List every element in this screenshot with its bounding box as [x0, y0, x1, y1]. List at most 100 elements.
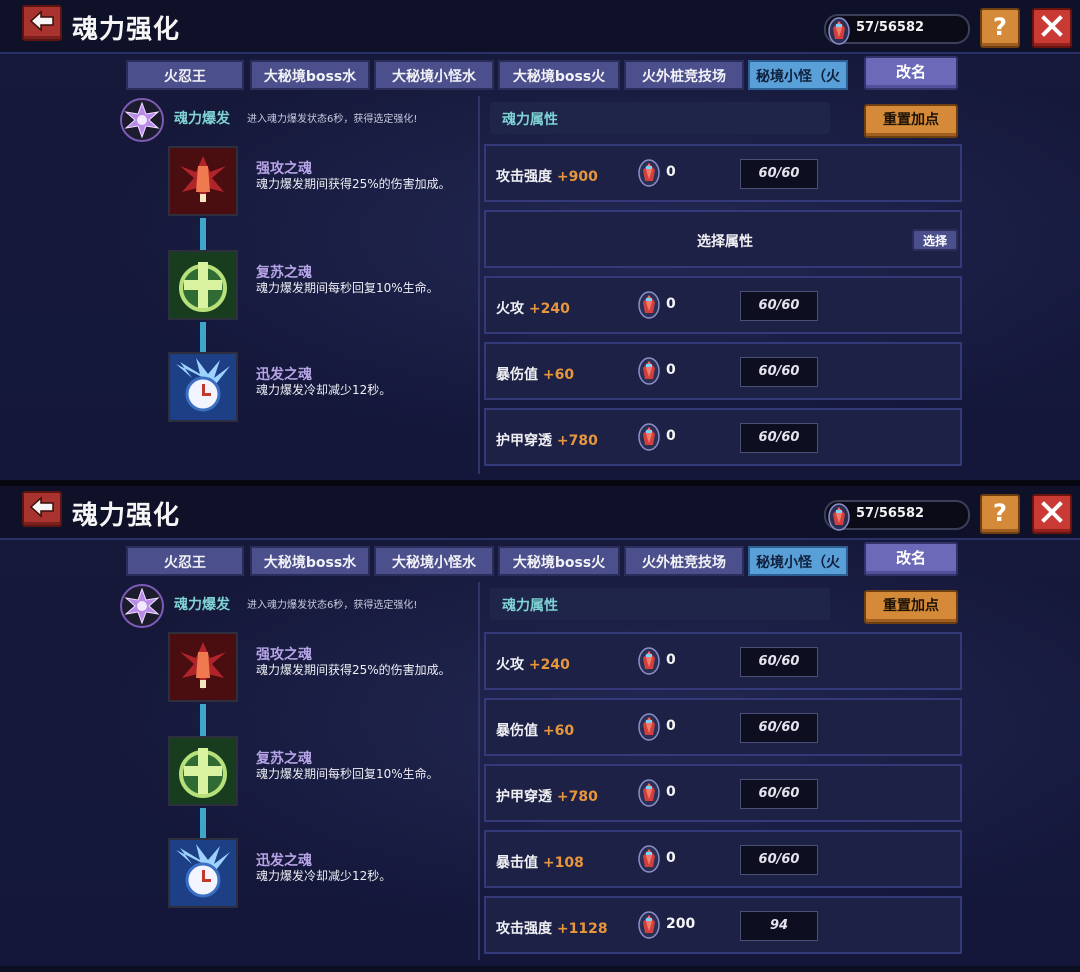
tab-1[interactable]: 火忍王	[126, 546, 244, 576]
tab-6[interactable]: 秘境小怪（火	[748, 546, 848, 576]
tab-3[interactable]: 大秘境小怪水	[374, 60, 494, 90]
soul-gem-icon	[638, 845, 660, 873]
attribute-progress[interactable]: 60/60	[740, 713, 818, 743]
skill-description: 魂力爆发期间获得25%的伤害加成。	[256, 177, 451, 191]
tab-4[interactable]: 大秘境boss火	[498, 60, 620, 90]
back-button[interactable]	[22, 5, 62, 41]
tab-3[interactable]: 大秘境小怪水	[374, 546, 494, 576]
attribute-bonus: +240	[528, 657, 570, 673]
tab-2[interactable]: 大秘境boss水	[250, 60, 370, 90]
attribute-progress[interactable]: 60/60	[740, 291, 818, 321]
tab-4[interactable]: 大秘境boss火	[498, 546, 620, 576]
attribute-points: 200	[666, 916, 696, 932]
attribute-bonus: +780	[556, 789, 598, 805]
attribute-label: 护甲穿透	[496, 789, 552, 805]
attribute-bonus: +108	[542, 855, 584, 871]
tab-6[interactable]: 秘境小怪（火	[748, 60, 848, 90]
currency-value: 57/56582	[856, 20, 925, 35]
select-attribute-label: 选择属性	[697, 234, 753, 250]
attribute-row: 攻击强度 +1128 200 94	[484, 896, 962, 954]
attribute-header: 魂力属性	[490, 102, 830, 134]
attribute-points: 0	[666, 428, 676, 444]
soul-burst-icon	[120, 584, 164, 628]
attribute-progress[interactable]: 60/60	[740, 159, 818, 189]
attribute-row: 火攻 +240 0 60/60	[484, 276, 962, 334]
rename-button[interactable]: 改名	[864, 56, 958, 90]
attribute-progress[interactable]: 60/60	[740, 779, 818, 809]
attribute-row: 火攻 +240 0 60/60	[484, 632, 962, 690]
soul-gem-icon	[828, 17, 850, 45]
blue-clock-icon[interactable]	[168, 838, 238, 908]
skill-connector	[200, 808, 206, 838]
attribute-label: 暴击值	[496, 855, 538, 871]
soul-gem-icon	[828, 503, 850, 531]
attribute-label: 暴伤值	[496, 723, 538, 739]
soul-burst-section: 魂力爆发 进入魂力爆发状态6秒，获得选定强化! 强攻之魂 魂力爆发期间获得25%的伤害…	[110, 96, 480, 474]
soul-gem-icon	[638, 357, 660, 385]
select-attribute-row: 选择属性 选择	[484, 210, 962, 268]
attribute-row: 护甲穿透 +780 0 60/60	[484, 764, 962, 822]
tab-2[interactable]: 大秘境boss水	[250, 546, 370, 576]
attribute-progress[interactable]: 60/60	[740, 357, 818, 387]
attribute-points: 0	[666, 652, 676, 668]
green-heal-icon[interactable]	[168, 736, 238, 806]
title-bar: 魂力强化 57/56582?	[0, 486, 1080, 540]
back-arrow-icon	[29, 10, 55, 36]
help-button[interactable]: ?	[980, 8, 1020, 48]
red-power-icon[interactable]	[168, 146, 238, 216]
attribute-bonus: +60	[542, 723, 575, 739]
help-button[interactable]: ?	[980, 494, 1020, 534]
attribute-bonus: +240	[528, 301, 570, 317]
attribute-name: 攻击强度 +1128	[496, 918, 608, 938]
rename-button[interactable]: 改名	[864, 542, 958, 576]
attribute-progress[interactable]: 94	[740, 911, 818, 941]
attribute-label: 攻击强度	[496, 921, 552, 937]
soul-gem-icon	[638, 423, 660, 451]
tab-1[interactable]: 火忍王	[126, 60, 244, 90]
section-divider	[478, 96, 480, 474]
currency-display: 57/56582	[824, 500, 970, 531]
attribute-bonus: +1128	[556, 921, 608, 937]
tab-5[interactable]: 火外桩竞技场	[624, 60, 744, 90]
attribute-row: 护甲穿透 +780 0 60/60	[484, 408, 962, 466]
soul-gem-icon	[638, 291, 660, 319]
attribute-progress[interactable]: 60/60	[740, 423, 818, 453]
attribute-bonus: +60	[542, 367, 575, 383]
skill-name: 迅发之魂	[256, 853, 312, 869]
attribute-name: 护甲穿透 +780	[496, 786, 598, 806]
attribute-label: 暴伤值	[496, 367, 538, 383]
attribute-points: 0	[666, 718, 676, 734]
red-power-icon[interactable]	[168, 632, 238, 702]
reset-points-button[interactable]: 重置加点	[864, 590, 958, 624]
close-button[interactable]	[1032, 8, 1072, 48]
attribute-label: 火攻	[496, 657, 524, 673]
green-heal-icon[interactable]	[168, 250, 238, 320]
attribute-points: 0	[666, 784, 676, 800]
close-button[interactable]	[1032, 494, 1072, 534]
page-title: 魂力强化	[72, 501, 181, 531]
tab-5[interactable]: 火外桩竞技场	[624, 546, 744, 576]
soul-gem-icon	[638, 647, 660, 675]
skill-description: 魂力爆发冷却减少12秒。	[256, 383, 392, 397]
attribute-progress[interactable]: 60/60	[740, 845, 818, 875]
skill-connector	[200, 704, 206, 736]
attribute-header: 魂力属性	[490, 588, 830, 620]
close-icon	[1040, 14, 1064, 42]
blue-clock-icon[interactable]	[168, 352, 238, 422]
attribute-title: 魂力属性	[502, 112, 558, 128]
skill-name: 迅发之魂	[256, 367, 312, 383]
soul-gem-icon	[638, 159, 660, 187]
attribute-name: 火攻 +240	[496, 654, 570, 674]
attribute-progress[interactable]: 60/60	[740, 647, 818, 677]
back-button[interactable]	[22, 491, 62, 527]
select-attribute-button[interactable]: 选择	[912, 229, 958, 251]
reset-points-button[interactable]: 重置加点	[864, 104, 958, 138]
attribute-bonus: +780	[556, 433, 598, 449]
attribute-points: 0	[666, 164, 676, 180]
skill-name: 复苏之魂	[256, 751, 312, 767]
attribute-name: 攻击强度 +900	[496, 166, 598, 186]
attribute-name: 暴击值 +108	[496, 852, 584, 872]
attribute-title: 魂力属性	[502, 598, 558, 614]
attribute-name: 火攻 +240	[496, 298, 570, 318]
skill-description: 魂力爆发期间获得25%的伤害加成。	[256, 663, 451, 677]
